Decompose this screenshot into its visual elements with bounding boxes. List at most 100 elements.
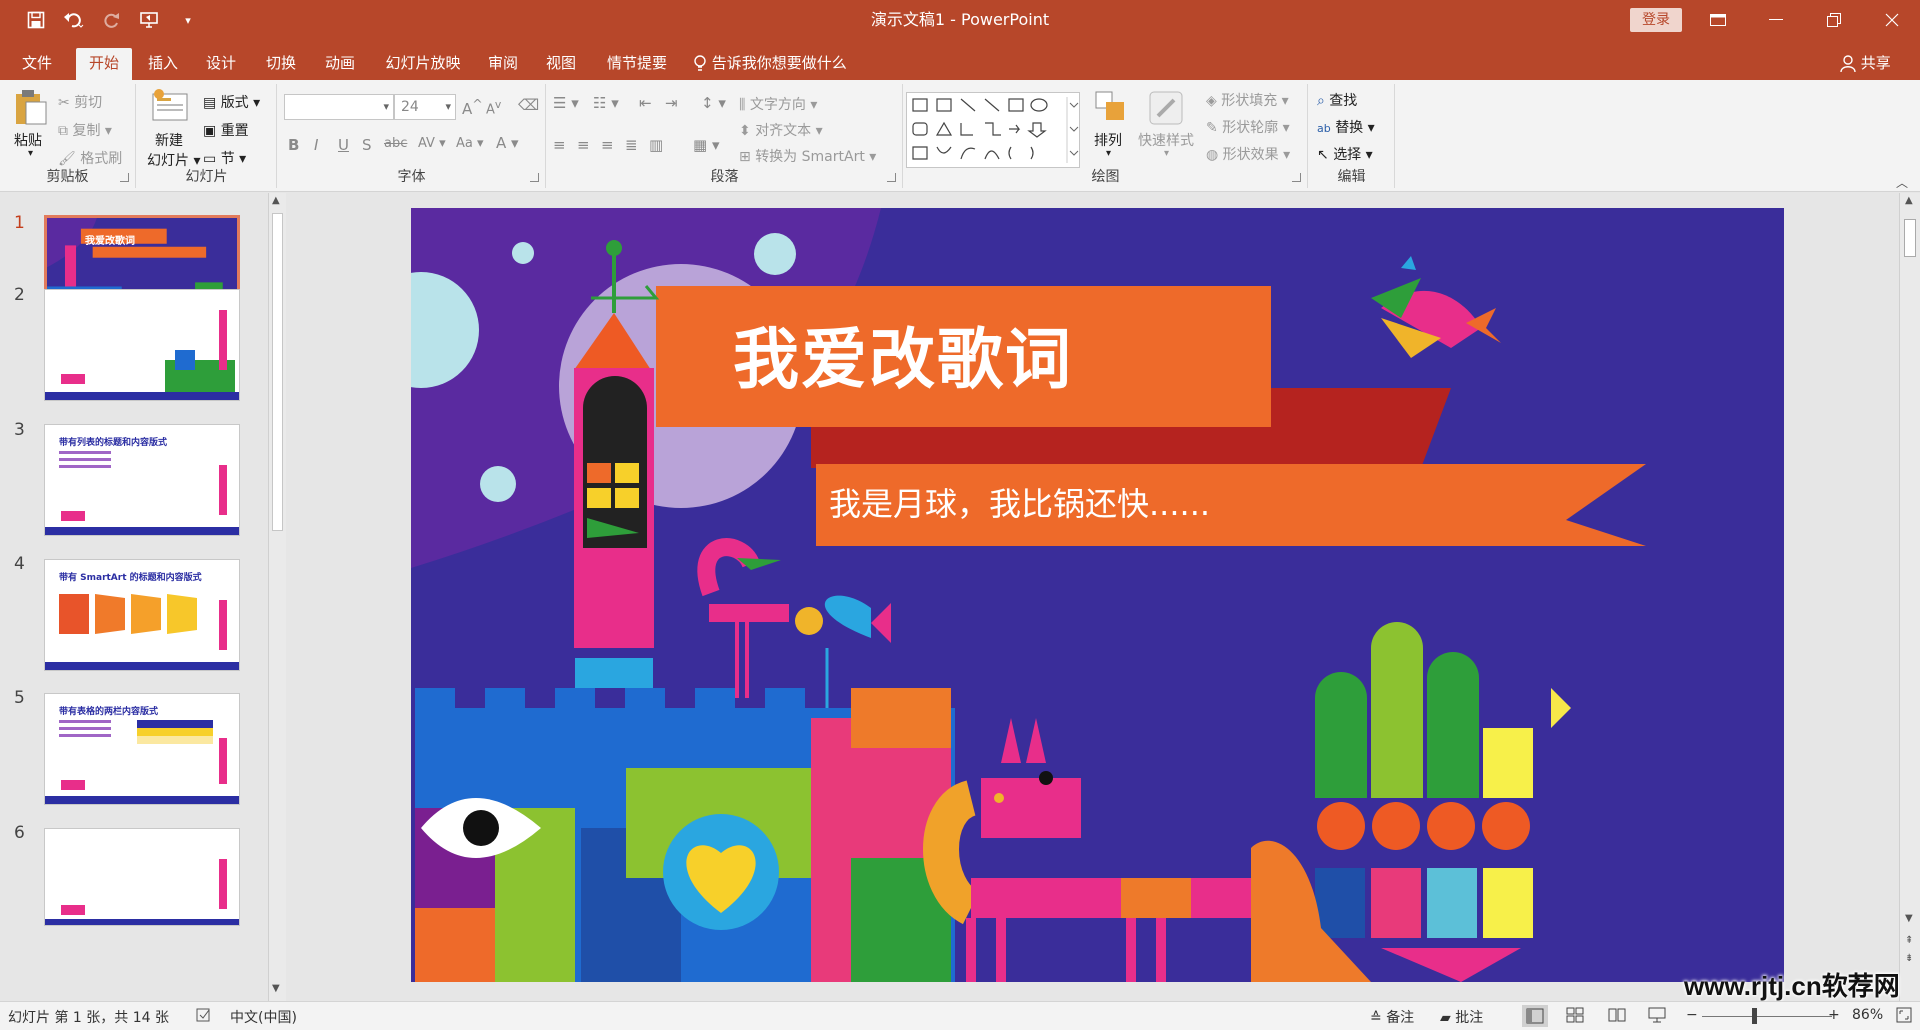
slide-thumbnail-6[interactable] (44, 828, 240, 926)
reading-view-icon[interactable] (1608, 1007, 1626, 1027)
find-button[interactable]: ⌕ 查找 (1317, 90, 1357, 110)
increase-indent-icon[interactable]: ⇥ (665, 94, 678, 112)
close-icon[interactable] (1864, 0, 1920, 40)
zoom-slider[interactable] (1702, 1016, 1832, 1017)
format-painter-button[interactable]: 🖌 格式刷 (58, 148, 122, 168)
convert-smartart-button[interactable]: ⊞ 转换为 SmartArt ▾ (739, 146, 876, 166)
slide-sorter-icon[interactable] (1566, 1007, 1584, 1027)
next-slide-icon[interactable]: ⇟ (1905, 953, 1913, 964)
share-button[interactable]: 共享 (1840, 48, 1891, 80)
section-button[interactable]: ▭ 节 ▾ (203, 148, 246, 168)
decrease-font-icon[interactable]: Av (486, 98, 501, 117)
slide-thumbnail-3[interactable]: 带有列表的标题和内容版式 (44, 424, 240, 536)
slide-scrollbar[interactable]: ▲ ▼ ⇞ ⇟ (1899, 193, 1920, 1001)
clear-formatting-icon[interactable]: ⌫ (518, 96, 539, 114)
zoom-in-button[interactable]: + (1828, 1007, 1840, 1023)
zoom-level[interactable]: 86% (1852, 1007, 1883, 1023)
change-case-icon[interactable]: Aa ▾ (456, 136, 484, 151)
tab-slideshow[interactable]: 幻灯片放映 (377, 48, 469, 80)
shadow-icon[interactable]: S (362, 136, 372, 154)
clipboard-launcher-icon[interactable] (120, 173, 129, 182)
quick-styles-button[interactable]: 快速样式 ▾ (1136, 90, 1202, 172)
shape-outline-button[interactable]: ✎ 形状轮廓 ▾ (1206, 117, 1290, 137)
line-spacing-icon[interactable]: ↕ ▾ (701, 94, 726, 112)
collapse-ribbon-icon[interactable]: ︿ (1896, 174, 1908, 191)
paragraph-launcher-icon[interactable] (887, 173, 896, 182)
replace-button[interactable]: ab 替换 ▾ (1317, 117, 1375, 137)
tab-storyboard[interactable]: 情节提要 (598, 48, 676, 80)
layout-button[interactable]: ▤ 版式 ▾ (203, 92, 260, 112)
scroll-up-icon[interactable]: ▲ (272, 195, 280, 206)
bold-icon[interactable]: B (288, 136, 299, 154)
increase-font-icon[interactable]: A^ (462, 96, 483, 118)
slide-subtitle[interactable]: 我是月球，我比锅还快...... (829, 479, 1210, 525)
slide-thumbnail-4[interactable]: 带有 SmartArt 的标题和内容版式 (44, 559, 240, 671)
normal-view-icon[interactable] (1522, 1005, 1548, 1027)
tab-file[interactable]: 文件 (14, 48, 60, 80)
text-direction-button[interactable]: ⫼ 文字方向 ▾ (739, 94, 817, 114)
drawing-launcher-icon[interactable] (1292, 173, 1301, 182)
ribbon-display-options-icon[interactable] (1690, 0, 1746, 40)
thumbnail-scroll-thumb[interactable] (272, 213, 283, 531)
copy-button[interactable]: ⧉ 复制 ▾ (58, 120, 112, 140)
slide-title[interactable]: 我爱改歌词 (733, 306, 1073, 402)
distributed-icon[interactable]: ▥ (649, 136, 663, 154)
slide-thumbnail-5[interactable]: 带有表格的两栏内容版式 (44, 693, 240, 805)
align-right-icon[interactable]: ≡ (601, 136, 614, 154)
align-text-button[interactable]: ⬍ 对齐文本 ▾ (739, 120, 823, 140)
tab-view[interactable]: 视图 (538, 48, 584, 80)
tab-animations[interactable]: 动画 (317, 48, 363, 80)
arrange-button[interactable]: 排列 ▾ (1090, 90, 1132, 172)
slideshow-view-icon[interactable] (1648, 1007, 1666, 1027)
tab-transitions[interactable]: 切换 (258, 48, 304, 80)
customize-qat-icon[interactable]: ▾ (176, 8, 200, 32)
numbering-icon[interactable]: ☷ ▾ (593, 94, 619, 112)
tab-design[interactable]: 设计 (198, 48, 244, 80)
fit-to-window-icon[interactable] (1896, 1007, 1912, 1027)
underline-icon[interactable]: U (338, 136, 349, 154)
align-center-icon[interactable]: ≡ (577, 136, 590, 154)
start-from-beginning-icon[interactable] (138, 8, 162, 32)
scroll-down-icon[interactable]: ▼ (1905, 913, 1913, 924)
columns-icon[interactable]: ▦ ▾ (693, 136, 719, 154)
paste-button[interactable]: 粘贴 ▾ (8, 88, 52, 166)
font-launcher-icon[interactable] (530, 173, 539, 182)
tell-me-box[interactable]: 告诉我你想要做什么 (693, 48, 847, 80)
notes-button[interactable]: ≙ 备注 (1370, 1007, 1414, 1027)
italic-icon[interactable]: I (314, 136, 318, 154)
shape-effects-button[interactable]: ◍ 形状效果 ▾ (1206, 144, 1290, 164)
previous-slide-icon[interactable]: ⇞ (1905, 935, 1913, 946)
justify-icon[interactable]: ≣ (625, 136, 638, 154)
thumbnail-scrollbar[interactable]: ▲ ▼ (268, 193, 286, 1001)
restore-icon[interactable] (1806, 0, 1862, 40)
reset-button[interactable]: ▣ 重置 (203, 120, 249, 140)
redo-icon[interactable] (100, 8, 124, 32)
font-size-combo[interactable]: 24 (394, 94, 456, 120)
tab-home[interactable]: 开始 (76, 48, 132, 80)
tab-review[interactable]: 审阅 (480, 48, 526, 80)
align-left-icon[interactable]: ≡ (553, 136, 566, 154)
shape-fill-button[interactable]: ◈ 形状填充 ▾ (1206, 90, 1289, 110)
undo-icon[interactable] (62, 8, 86, 32)
save-icon[interactable] (24, 8, 48, 32)
shapes-gallery[interactable] (906, 92, 1080, 168)
spelling-check-icon[interactable] (196, 1007, 212, 1027)
zoom-slider-thumb[interactable] (1752, 1008, 1757, 1024)
select-button[interactable]: ↖ 选择 ▾ (1317, 144, 1373, 164)
cut-button[interactable]: ✂ 剪切 (58, 92, 102, 112)
font-color-icon[interactable]: A ▾ (496, 134, 519, 152)
tab-insert[interactable]: 插入 (140, 48, 186, 80)
scroll-down-icon[interactable]: ▼ (272, 983, 280, 994)
login-button[interactable]: 登录 (1630, 8, 1682, 32)
decrease-indent-icon[interactable]: ⇤ (639, 94, 652, 112)
language-indicator[interactable]: 中文(中国) (230, 1007, 297, 1027)
minimize-icon[interactable] (1748, 0, 1804, 40)
bullets-icon[interactable]: ☰ ▾ (553, 94, 579, 112)
slide-scroll-thumb[interactable] (1904, 219, 1916, 257)
slide-thumbnail-2[interactable] (44, 289, 240, 401)
comments-button[interactable]: ▰ 批注 (1440, 1007, 1483, 1027)
zoom-out-button[interactable]: − (1686, 1007, 1698, 1023)
scroll-up-icon[interactable]: ▲ (1905, 195, 1913, 206)
character-spacing-icon[interactable]: AV ▾ (418, 136, 446, 151)
new-slide-button[interactable]: 新建 幻灯片 ▾ (141, 88, 201, 170)
